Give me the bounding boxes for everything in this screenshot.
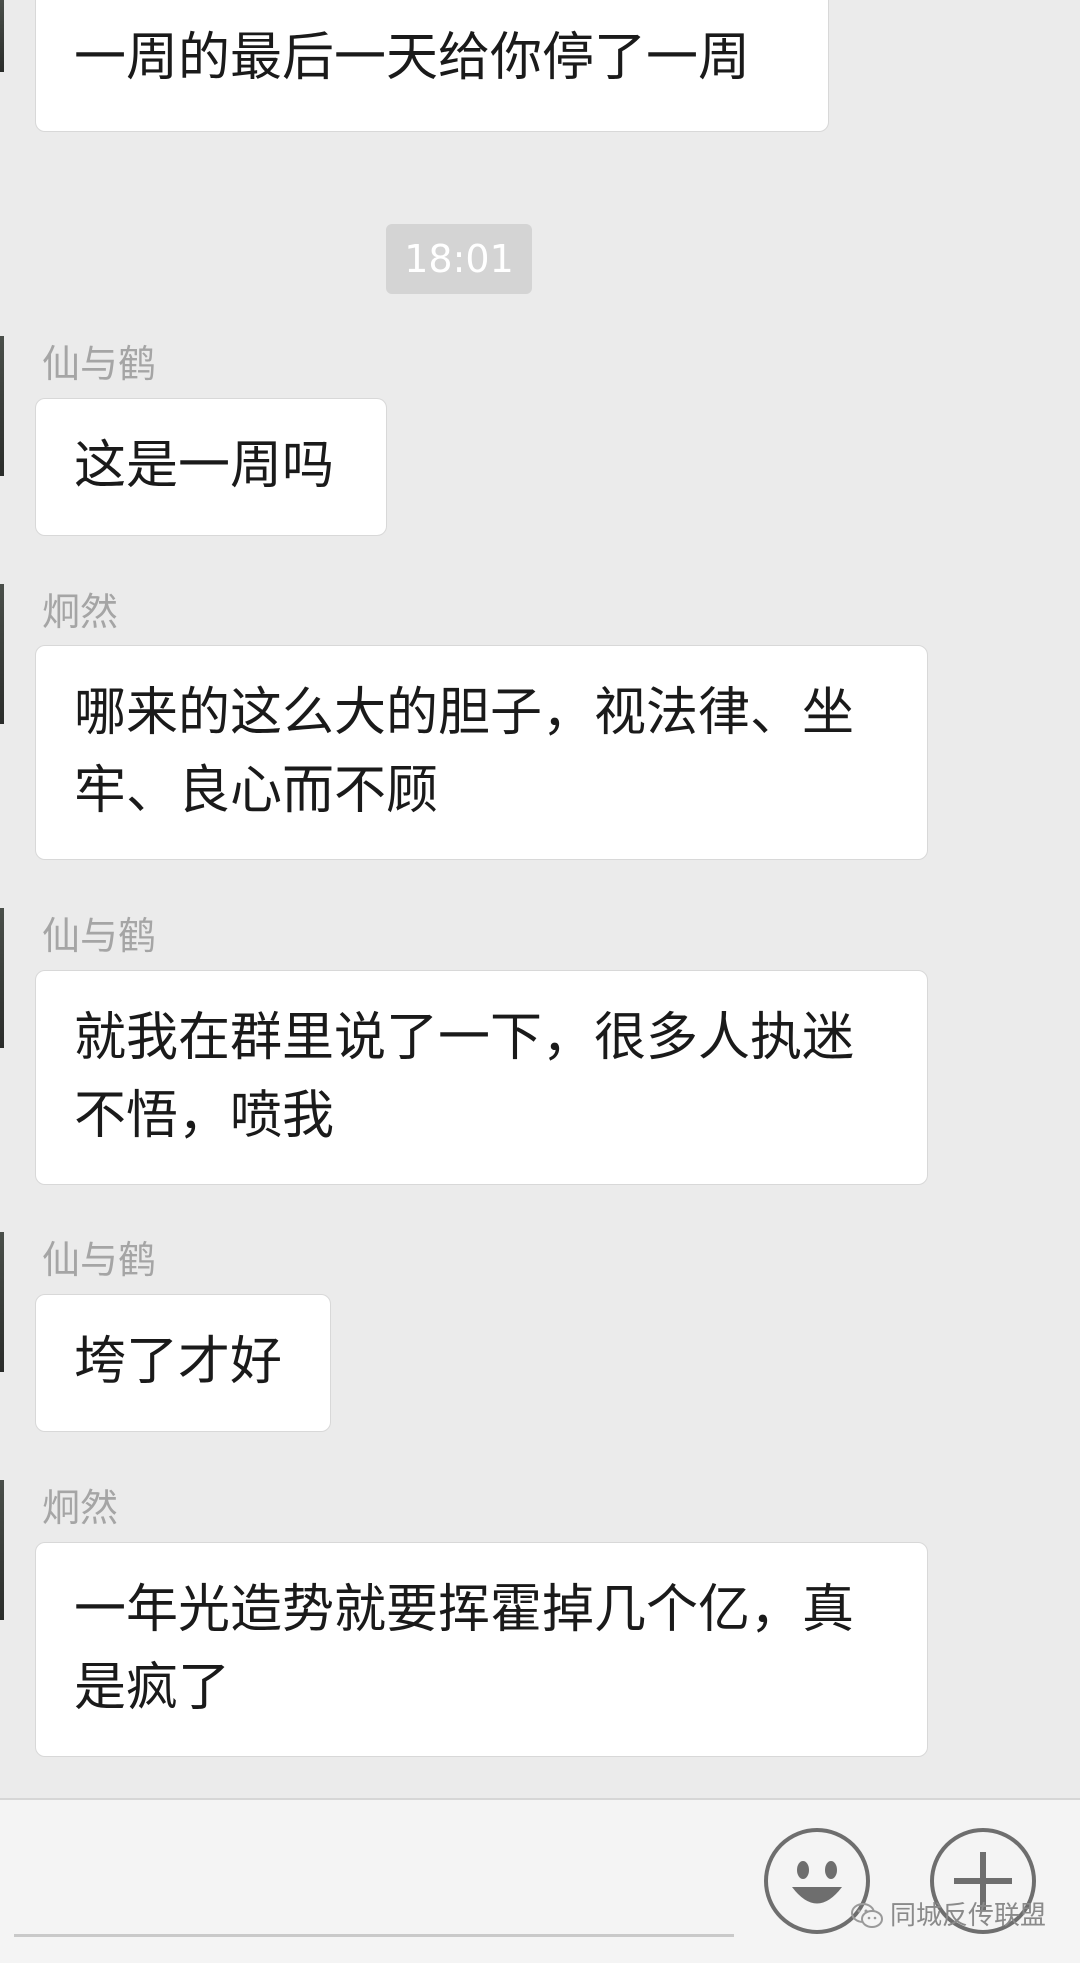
avatar[interactable]: [0, 0, 4, 72]
message-bubble[interactable]: 这是一周吗: [35, 398, 387, 536]
avatar[interactable]: [0, 584, 4, 724]
message-bubble[interactable]: 哪来的这么大的胆子，视法律、坐牢、良心而不顾: [35, 645, 928, 860]
message-text: 就我在群里说了一下，很多人执迷不悟，喷我: [74, 1008, 855, 1146]
sender-name: 仙与鹤: [42, 342, 157, 386]
message-text: 一周的最后一天给你停了一周: [74, 28, 751, 88]
message-text: 哪来的这么大的胆子，视法律、坐牢、良心而不顾: [74, 683, 855, 821]
message-bubble[interactable]: 一年光造势就要挥霍掉几个亿，真是疯了: [35, 1542, 928, 1757]
message-text: 垮了才好: [74, 1332, 283, 1392]
sender-name: 炯然: [42, 590, 119, 634]
wechat-icon: [851, 1903, 883, 1928]
message-text: 一年光造势就要挥霍掉几个亿，真是疯了: [74, 1580, 855, 1718]
avatar[interactable]: [0, 336, 4, 476]
sender-name: 仙与鹤: [42, 914, 157, 958]
sender-name: 仙与鹤: [42, 1238, 157, 1282]
message-input[interactable]: [14, 1934, 734, 1937]
avatar[interactable]: [0, 1232, 4, 1372]
avatar[interactable]: [0, 1480, 4, 1620]
message-bubble[interactable]: 就我在群里说了一下，很多人执迷不悟，喷我: [35, 970, 928, 1185]
watermark: 同城反传联盟: [850, 1896, 1046, 1936]
timestamp-badge: 18:01: [386, 224, 532, 294]
avatar[interactable]: [0, 908, 4, 1048]
sender-name: 炯然: [42, 1486, 119, 1530]
chat-input-bar: 同城反传联盟: [0, 1798, 1080, 1963]
message-bubble[interactable]: 一周的最后一天给你停了一周: [35, 0, 829, 132]
message-text: 这是一周吗: [74, 436, 335, 496]
chat-message-list[interactable]: 一周的最后一天给你停了一周 18:01 仙与鹤 这是一周吗 炯然 哪来的这么大的…: [0, 0, 1080, 1798]
message-bubble[interactable]: 垮了才好: [35, 1294, 331, 1432]
watermark-text: 同城反传联盟: [890, 1901, 1047, 1931]
